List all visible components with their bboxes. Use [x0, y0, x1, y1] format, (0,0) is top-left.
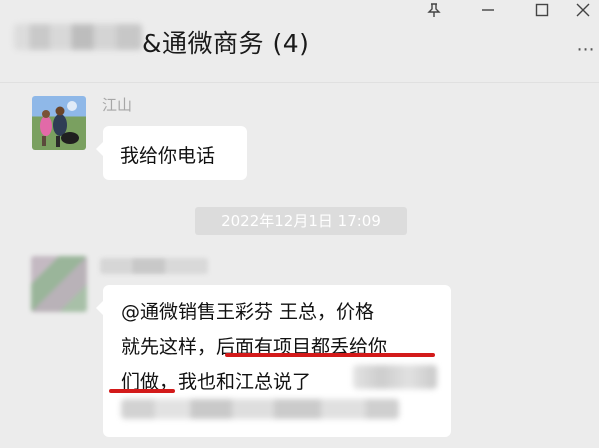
highlight-underline [109, 389, 175, 393]
close-icon[interactable] [565, 0, 599, 20]
timestamp-divider: 2022年12月1日 17:09 [195, 207, 407, 235]
avatar-blurred[interactable] [31, 256, 87, 312]
highlight-underline [225, 353, 435, 357]
blurred-sender-name [100, 258, 208, 274]
message-line: @通微销售王彩芬 王总，价格 [121, 301, 375, 323]
chat-header: &通微商务 (4) ⋯ [0, 0, 599, 83]
maximize-icon[interactable] [524, 0, 560, 20]
pin-icon[interactable] [416, 0, 452, 20]
message-text: 我给你电话 [120, 145, 216, 167]
blurred-title-prefix [14, 24, 142, 50]
avatar-jiangshan[interactable] [32, 96, 86, 150]
more-icon[interactable]: ⋯ [576, 40, 596, 60]
minimize-icon[interactable] [470, 0, 506, 20]
message-bubble[interactable]: @通微销售王彩芬 王总，价格 就先这样，后面有项目都丢给你 们做，我也和江总说了 [96, 285, 451, 437]
blurred-text [353, 365, 437, 389]
blurred-text [121, 399, 399, 419]
sender-name: 江山 [102, 96, 133, 114]
chat-title: &通微商务 (4) [142, 29, 310, 58]
message-bubble[interactable]: 我给你电话 [96, 126, 247, 180]
